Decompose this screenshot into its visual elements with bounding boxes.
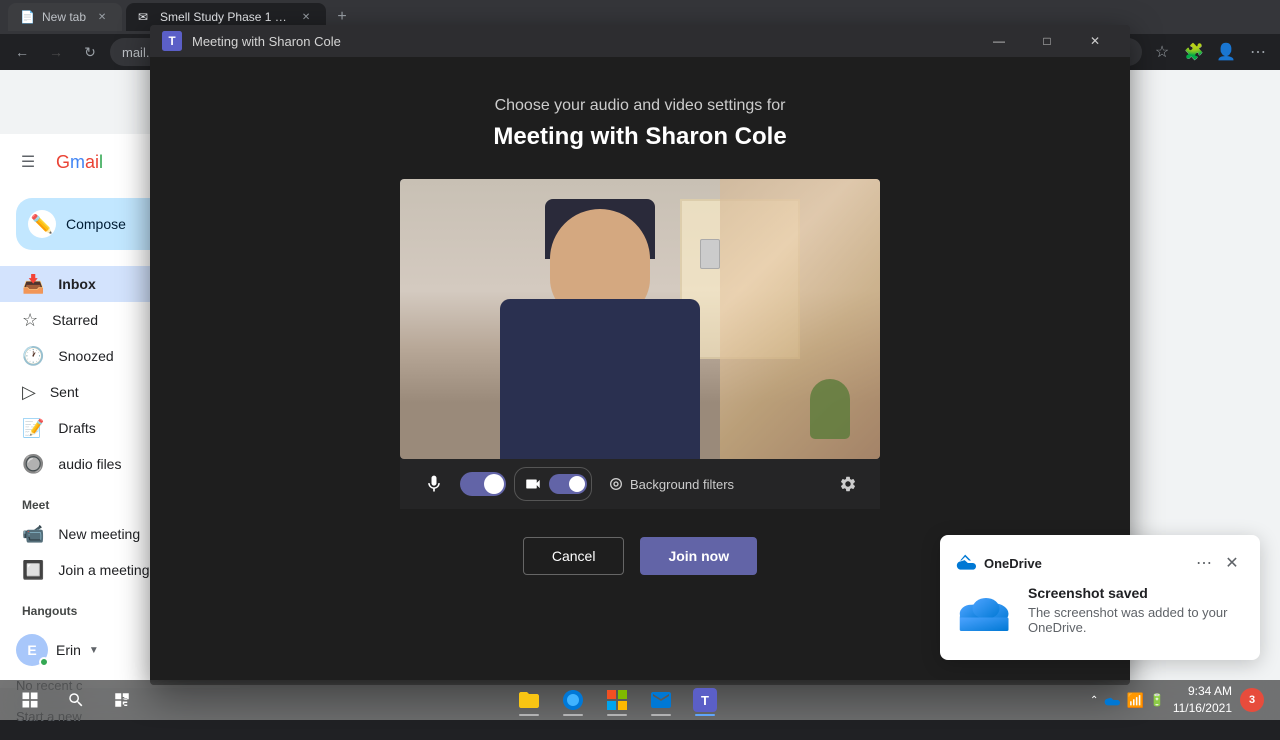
teams-title-left: T Meeting with Sharon Cole (162, 31, 341, 51)
close-button[interactable]: ✕ (1072, 25, 1118, 57)
more-button[interactable]: ⋯ (1244, 38, 1272, 66)
action-buttons: Cancel Join now (523, 537, 757, 575)
video-preview (400, 179, 880, 459)
right-room-area (720, 179, 880, 459)
cancel-button[interactable]: Cancel (523, 537, 625, 575)
notification-more-button[interactable]: ⋯ (1192, 551, 1216, 575)
settings-button[interactable] (832, 468, 864, 500)
onedrive-logo-icon (956, 553, 976, 573)
tab2-title: Smell Study Phase 1 - duplicitya... (160, 10, 290, 24)
window-controls: — □ ✕ (976, 25, 1118, 57)
search-button[interactable] (54, 682, 98, 718)
extensions-button[interactable]: 🧩 (1180, 38, 1208, 66)
notification-body: Screenshot saved The screenshot was adde… (956, 585, 1244, 644)
video-camera-button[interactable] (519, 470, 547, 498)
notification-close-button[interactable]: ✕ (1220, 551, 1244, 575)
clock-date: 11/16/2021 (1173, 700, 1232, 717)
taskbar-right: ⌃ 📶 🔋 9:34 AM 11/16/2021 3 (1090, 683, 1272, 717)
mic-button[interactable] (416, 466, 452, 502)
onedrive-cloud-icon (956, 585, 1016, 644)
back-button[interactable]: ← (8, 38, 36, 66)
subtitle-text: Choose your audio and video settings for (495, 97, 786, 115)
tab1-favicon: 📄 (20, 10, 34, 24)
tab1-close[interactable]: ✕ (94, 9, 110, 25)
notification-body-text: The screenshot was added to your OneDriv… (1028, 605, 1244, 635)
teams-logo-icon: T (162, 31, 182, 51)
start-button[interactable] (8, 682, 52, 718)
mic-toggle-thumb (484, 474, 504, 494)
notification-badge[interactable]: 3 (1240, 688, 1264, 712)
body (500, 299, 700, 459)
controls-bar: Background filters (400, 459, 880, 509)
notification-header-actions: ⋯ ✕ (1192, 551, 1244, 575)
video-toggle-thumb (569, 476, 585, 492)
teams-title-bar: T Meeting with Sharon Cole — □ ✕ (150, 25, 1130, 57)
onedrive-notification: OneDrive ⋯ ✕ Screenshot sa (940, 535, 1260, 660)
join-now-button[interactable]: Join now (640, 537, 757, 575)
video-scene (400, 179, 880, 459)
tray-arrow[interactable]: ⌃ (1090, 695, 1098, 706)
notification-title: Screenshot saved (1028, 585, 1244, 601)
bookmark-icon[interactable]: ☆ (1148, 38, 1176, 66)
browser-tab-1[interactable]: 📄 New tab ✕ (8, 3, 122, 31)
tab2-favicon: ✉ (138, 10, 152, 24)
taskbar-teams[interactable]: T (685, 682, 725, 718)
system-tray: ⌃ 📶 🔋 (1090, 692, 1165, 709)
meeting-name-heading: Meeting with Sharon Cole (493, 123, 786, 151)
taskbar-mail[interactable] (641, 682, 681, 718)
plant (810, 379, 850, 439)
teams-modal-title: Meeting with Sharon Cole (192, 34, 341, 49)
forward-button[interactable]: → (42, 38, 70, 66)
refresh-button[interactable]: ↻ (76, 38, 104, 66)
video-toggle-group (514, 467, 592, 501)
battery-icon: 🔋 (1150, 693, 1165, 707)
wifi-icon: 📶 (1126, 692, 1143, 709)
task-view-button[interactable] (100, 682, 144, 718)
tab1-title: New tab (42, 10, 86, 24)
tray-onedrive-icon (1104, 692, 1120, 708)
notification-header: OneDrive ⋯ ✕ (956, 551, 1244, 575)
nav-actions: ☆ 🧩 👤 ⋯ (1148, 38, 1272, 66)
system-clock[interactable]: 9:34 AM 11/16/2021 (1173, 683, 1232, 717)
svg-text:T: T (701, 693, 709, 708)
minimize-button[interactable]: — (976, 25, 1022, 57)
tab2-close[interactable]: ✕ (298, 9, 314, 25)
taskbar-file-explorer[interactable] (509, 682, 549, 718)
notification-text: Screenshot saved The screenshot was adde… (1028, 585, 1244, 635)
background-filters-label: Background filters (630, 477, 734, 492)
background-filters-button[interactable]: Background filters (608, 476, 734, 492)
clock-time: 9:34 AM (1173, 683, 1232, 700)
mic-toggle[interactable] (460, 472, 506, 496)
maximize-button[interactable]: □ (1024, 25, 1070, 57)
taskbar-center: T (146, 682, 1088, 718)
notification-app-name: OneDrive (984, 556, 1042, 571)
person-figure (460, 219, 740, 459)
profile-button[interactable]: 👤 (1212, 38, 1240, 66)
taskbar-store[interactable] (597, 682, 637, 718)
taskbar: T ⌃ 📶 🔋 9:34 AM 11/16/2021 3 (0, 680, 1280, 720)
video-toggle[interactable] (549, 474, 587, 494)
taskbar-edge[interactable] (553, 682, 593, 718)
svg-text:T: T (168, 35, 175, 48)
